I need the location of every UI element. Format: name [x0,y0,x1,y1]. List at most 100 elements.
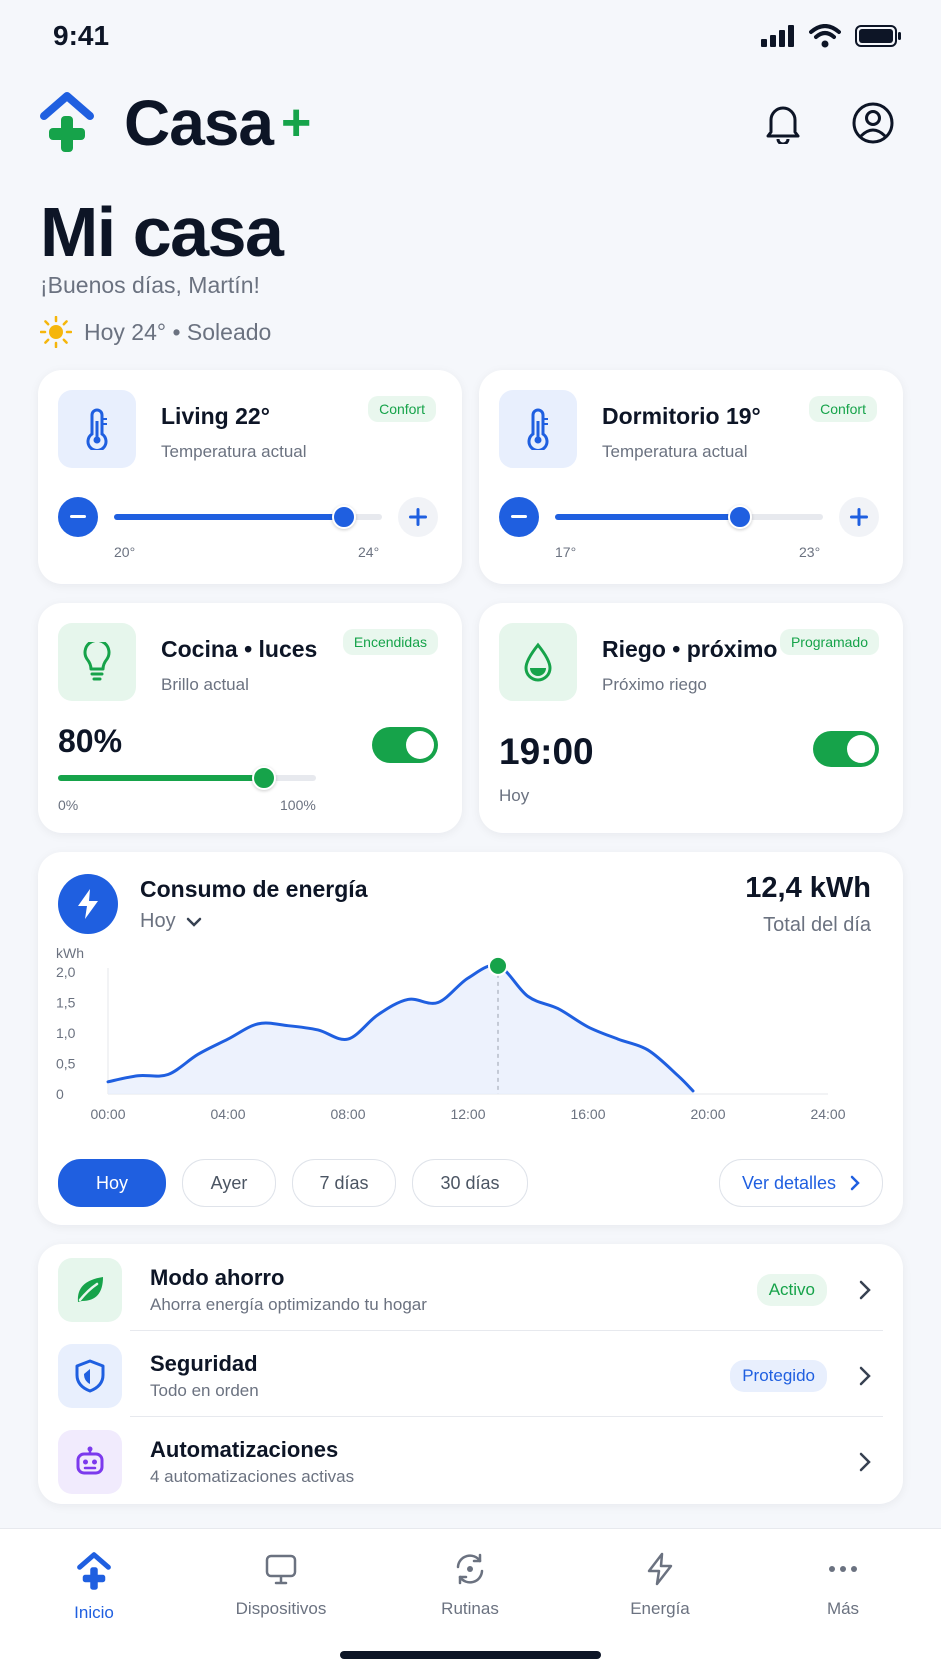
monitor-icon [265,1554,297,1585]
tab-mas[interactable]: Más [768,1551,918,1619]
tab-label: Más [826,1599,860,1618]
cocina-light-toggle[interactable] [372,727,438,763]
living-icon-tile [58,390,136,468]
chart-xtick-label: 20:00 [690,1106,725,1122]
brand-name: Casa + [124,86,311,160]
dormitorio-increase-button[interactable] [839,497,879,537]
greeting-text: ¡Buenos días, Martín! [40,272,260,298]
chip-30-dias[interactable]: 30 días [412,1159,528,1207]
dormitorio-subtitle: Temperatura actual [602,442,748,461]
dormitorio-card[interactable]: Dormitorio 19° Temperatura actual Confor… [479,370,903,584]
living-status-badge: Confort [368,396,436,422]
dormitorio-decrease-button[interactable] [499,497,539,537]
living-title: Living 22° [161,403,270,429]
notifications-button[interactable] [760,100,806,146]
tab-label: Inicio [74,1603,114,1622]
chip-ayer[interactable]: Ayer [182,1159,276,1207]
toggle-knob [847,735,875,763]
riego-title: Riego • próximo [602,636,778,662]
chevron-right-icon [859,1280,871,1300]
weather-summary: Hoy 24° • Soleado [40,316,271,348]
chip-7-dias[interactable]: 7 días [292,1159,396,1207]
dormitorio-temp-slider[interactable] [555,505,823,529]
divider [130,1330,883,1331]
living-temp-slider[interactable] [114,505,382,529]
lightning-icon [647,1552,673,1586]
view-details-button[interactable]: Ver detalles [719,1159,883,1207]
sync-icon [456,1553,484,1585]
chevron-right-icon [859,1452,871,1472]
cocina-brightness-slider[interactable] [58,766,316,790]
chart-xtick-label: 16:00 [570,1106,605,1122]
tab-dispositivos[interactable]: Dispositivos [206,1551,356,1619]
cocina-slider-fill [58,775,265,781]
chevron-right-icon [850,1175,860,1191]
energy-chart: kWh 2,0 1,5 1,0 0,5 0 00:00 04:00 08:00 12:00 16:0… [56,945,846,1122]
chevron-right-icon [859,1366,871,1386]
living-decrease-button[interactable] [58,497,98,537]
living-increase-button[interactable] [398,497,438,537]
riego-status-badge: Programado [779,629,879,655]
chart-ytick-label: 2,0 [56,964,76,980]
plus-icon [850,508,868,526]
battery-icon [855,25,901,47]
tab-label: Energía [630,1599,690,1618]
riego-time: 19:00 [499,731,594,772]
cocina-subtitle: Brillo actual [161,675,249,694]
riego-toggle[interactable] [813,731,879,767]
chart-xtick-label: 08:00 [330,1106,365,1122]
period-chips: Hoy Ayer 7 días 30 días [58,1159,528,1207]
tab-rutinas[interactable]: Rutinas [395,1551,545,1619]
water-drop-icon [524,642,552,682]
energy-period-label: Hoy [140,910,176,932]
list-item-modo-ahorro[interactable]: Modo ahorro Ahorra energía optimizando t… [58,1250,883,1330]
cocina-slider-knob[interactable] [252,766,277,790]
chart-ytick-label: 0 [56,1086,64,1102]
chart-xtick-label: 04:00 [210,1106,245,1122]
seguridad-icon-tile [58,1344,122,1408]
tab-label: Dispositivos [235,1599,327,1618]
lightning-icon [78,889,98,919]
home-plus-icon [77,1552,111,1590]
logo-icon [40,92,94,152]
tab-energia[interactable]: Energía [585,1551,735,1619]
automatizaciones-title: Automatizaciones [150,1437,339,1462]
status-time: 9:41 [53,20,110,51]
chart-ytick-label: 1,0 [56,1025,76,1041]
minus-icon [511,515,527,518]
energy-card: Consumo de energía Hoy 12,4 kWh Total de… [38,852,903,1225]
riego-icon-tile [499,623,577,701]
dormitorio-slider-knob[interactable] [727,505,752,529]
energy-period-dropdown[interactable]: Hoy [140,910,202,933]
chart-xtick-label: 24:00 [810,1106,845,1122]
lightbulb-icon [83,642,111,681]
energy-total-label: Total del día [763,914,871,936]
list-item-seguridad[interactable]: Seguridad Todo en orden Protegido [58,1336,883,1416]
toggle-knob [406,731,434,759]
riego-card[interactable]: Riego • próximo Próximo riego Programado… [479,603,903,833]
home-indicator [340,1651,601,1659]
leaf-icon [77,1277,103,1302]
modo-ahorro-icon-tile [58,1258,122,1322]
list-item-automatizaciones[interactable]: Automatizaciones 4 automatizaciones acti… [58,1422,883,1502]
dormitorio-min-label: 17° [555,544,577,560]
dormitorio-status-badge: Confort [809,396,877,422]
wifi-icon [809,24,841,48]
chip-hoy[interactable]: Hoy [58,1159,166,1207]
minus-icon [70,515,86,518]
dormitorio-max-label: 23° [799,544,821,560]
plus-icon [409,508,427,526]
brand-plus: + [281,94,311,152]
energy-title: Consumo de energía [140,876,368,902]
living-card[interactable]: Living 22° Temperatura actual Confort 20… [38,370,462,584]
shield-icon [75,1359,105,1393]
profile-button[interactable] [850,100,896,146]
tab-label: Rutinas [441,1599,499,1618]
thermometer-icon [527,408,549,450]
page-title: Mi casa [40,193,284,271]
chart-xtick-label: 12:00 [450,1106,485,1122]
more-horizontal-icon [829,1566,857,1572]
living-slider-knob[interactable] [332,505,357,529]
tab-inicio[interactable]: Inicio [19,1551,169,1623]
cocina-card[interactable]: Cocina • luces Brillo actual Encendidas … [38,603,462,833]
